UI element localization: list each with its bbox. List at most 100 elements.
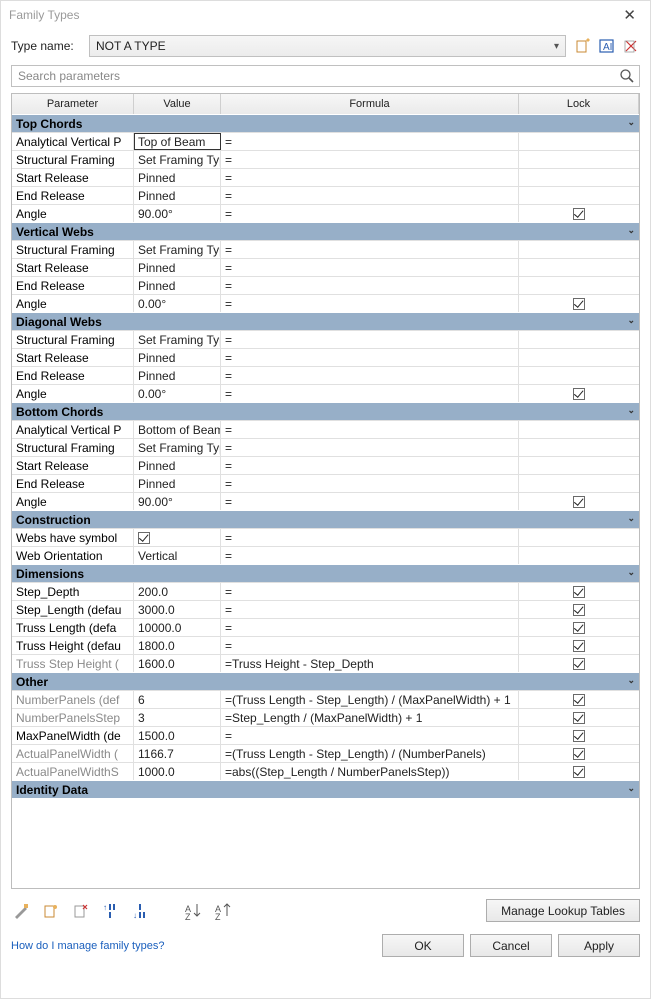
lock-checkbox[interactable] xyxy=(573,712,585,724)
param-name-cell[interactable]: Angle xyxy=(12,295,134,312)
param-name-cell[interactable]: Angle xyxy=(12,385,134,402)
help-link[interactable]: How do I manage family types? xyxy=(11,940,164,952)
type-name-select[interactable]: NOT A TYPE ▾ xyxy=(89,35,566,57)
param-name-cell[interactable]: Truss Step Height ( xyxy=(12,655,134,672)
apply-button[interactable]: Apply xyxy=(558,934,640,957)
param-lock-cell[interactable] xyxy=(519,367,639,384)
param-name-cell[interactable]: Start Release xyxy=(12,259,134,276)
lock-checkbox[interactable] xyxy=(573,694,585,706)
param-formula-cell[interactable]: = xyxy=(221,295,519,312)
param-formula-cell[interactable]: = xyxy=(221,259,519,276)
param-lock-cell[interactable] xyxy=(519,691,639,708)
param-formula-cell[interactable]: = xyxy=(221,457,519,474)
param-value-cell[interactable]: 1600.0 xyxy=(134,655,221,672)
param-name-cell[interactable]: Start Release xyxy=(12,349,134,366)
ok-button[interactable]: OK xyxy=(382,934,464,957)
move-down-icon[interactable]: ↓ xyxy=(131,901,151,921)
param-lock-cell[interactable] xyxy=(519,295,639,312)
param-lock-cell[interactable] xyxy=(519,169,639,186)
param-value-cell[interactable]: Pinned xyxy=(134,187,221,204)
group-header[interactable]: Top Chords⌄ xyxy=(12,114,639,132)
param-name-cell[interactable]: Structural Framing xyxy=(12,439,134,456)
param-value-cell[interactable]: Pinned xyxy=(134,457,221,474)
lock-checkbox[interactable] xyxy=(573,640,585,652)
param-formula-cell[interactable]: =Step_Length / (MaxPanelWidth) + 1 xyxy=(221,709,519,726)
delete-param-icon[interactable] xyxy=(71,901,91,921)
param-name-cell[interactable]: ActualPanelWidth ( xyxy=(12,745,134,762)
close-icon[interactable]: ✕ xyxy=(617,6,642,24)
param-value-cell[interactable]: Pinned xyxy=(134,475,221,492)
param-formula-cell[interactable]: =(Truss Length - Step_Length) / (MaxPane… xyxy=(221,691,519,708)
param-lock-cell[interactable] xyxy=(519,475,639,492)
param-value-cell[interactable]: 3000.0 xyxy=(134,601,221,618)
lock-checkbox[interactable] xyxy=(573,586,585,598)
param-formula-cell[interactable]: = xyxy=(221,529,519,546)
param-name-cell[interactable]: Angle xyxy=(12,205,134,222)
param-name-cell[interactable]: ActualPanelWidthS xyxy=(12,763,134,780)
param-lock-cell[interactable] xyxy=(519,745,639,762)
param-name-cell[interactable]: Start Release xyxy=(12,457,134,474)
param-lock-cell[interactable] xyxy=(519,241,639,258)
param-value-cell[interactable]: Pinned xyxy=(134,277,221,294)
param-formula-cell[interactable]: = xyxy=(221,421,519,438)
param-lock-cell[interactable] xyxy=(519,421,639,438)
param-formula-cell[interactable]: = xyxy=(221,727,519,744)
param-name-cell[interactable]: NumberPanelsStep xyxy=(12,709,134,726)
param-name-cell[interactable]: Structural Framing xyxy=(12,151,134,168)
param-formula-cell[interactable]: = xyxy=(221,601,519,618)
param-formula-cell[interactable]: = xyxy=(221,331,519,348)
param-value-cell[interactable]: Pinned xyxy=(134,169,221,186)
group-header[interactable]: Other⌄ xyxy=(12,672,639,690)
new-param-icon[interactable] xyxy=(11,901,31,921)
param-lock-cell[interactable] xyxy=(519,655,639,672)
param-name-cell[interactable]: Webs have symbol xyxy=(12,529,134,546)
param-formula-cell[interactable]: = xyxy=(221,241,519,258)
param-value-cell[interactable]: Pinned xyxy=(134,367,221,384)
param-formula-cell[interactable]: = xyxy=(221,475,519,492)
col-parameter[interactable]: Parameter xyxy=(12,94,134,114)
value-checkbox[interactable] xyxy=(138,532,150,544)
param-formula-cell[interactable]: = xyxy=(221,205,519,222)
param-formula-cell[interactable]: = xyxy=(221,637,519,654)
param-formula-cell[interactable]: = xyxy=(221,349,519,366)
param-name-cell[interactable]: Structural Framing xyxy=(12,241,134,258)
param-name-cell[interactable]: Truss Height (defau xyxy=(12,637,134,654)
cancel-button[interactable]: Cancel xyxy=(470,934,552,957)
param-name-cell[interactable]: NumberPanels (def xyxy=(12,691,134,708)
param-name-cell[interactable]: End Release xyxy=(12,475,134,492)
param-value-cell[interactable]: 200.0 xyxy=(134,583,221,600)
rename-type-icon[interactable]: AI xyxy=(598,37,616,55)
param-lock-cell[interactable] xyxy=(519,529,639,546)
param-value-cell[interactable]: Set Framing Type xyxy=(134,439,221,456)
param-name-cell[interactable]: Step_Depth xyxy=(12,583,134,600)
group-header[interactable]: Bottom Chords⌄ xyxy=(12,402,639,420)
sort-desc-icon[interactable]: AZ xyxy=(213,901,233,921)
param-lock-cell[interactable] xyxy=(519,583,639,600)
group-header[interactable]: Construction⌄ xyxy=(12,510,639,528)
modify-param-icon[interactable] xyxy=(41,901,61,921)
param-lock-cell[interactable] xyxy=(519,457,639,474)
param-name-cell[interactable]: End Release xyxy=(12,187,134,204)
param-lock-cell[interactable] xyxy=(519,493,639,510)
col-value[interactable]: Value xyxy=(134,94,221,114)
param-value-cell[interactable]: Pinned xyxy=(134,349,221,366)
param-formula-cell[interactable]: =abs((Step_Length / NumberPanelsStep)) xyxy=(221,763,519,780)
lock-checkbox[interactable] xyxy=(573,748,585,760)
param-lock-cell[interactable] xyxy=(519,187,639,204)
param-value-cell[interactable]: 3 xyxy=(134,709,221,726)
param-name-cell[interactable]: End Release xyxy=(12,367,134,384)
param-value-cell[interactable] xyxy=(134,529,221,546)
param-formula-cell[interactable]: = xyxy=(221,151,519,168)
param-lock-cell[interactable] xyxy=(519,439,639,456)
param-lock-cell[interactable] xyxy=(519,601,639,618)
lock-checkbox[interactable] xyxy=(573,298,585,310)
param-name-cell[interactable]: Start Release xyxy=(12,169,134,186)
param-formula-cell[interactable]: = xyxy=(221,493,519,510)
lock-checkbox[interactable] xyxy=(573,622,585,634)
param-value-cell[interactable]: 90.00° xyxy=(134,205,221,222)
param-value-cell[interactable]: 1800.0 xyxy=(134,637,221,654)
param-name-cell[interactable]: Analytical Vertical P xyxy=(12,421,134,438)
param-lock-cell[interactable] xyxy=(519,331,639,348)
param-formula-cell[interactable]: = xyxy=(221,133,519,150)
param-value-cell[interactable]: Bottom of Beam xyxy=(134,421,221,438)
